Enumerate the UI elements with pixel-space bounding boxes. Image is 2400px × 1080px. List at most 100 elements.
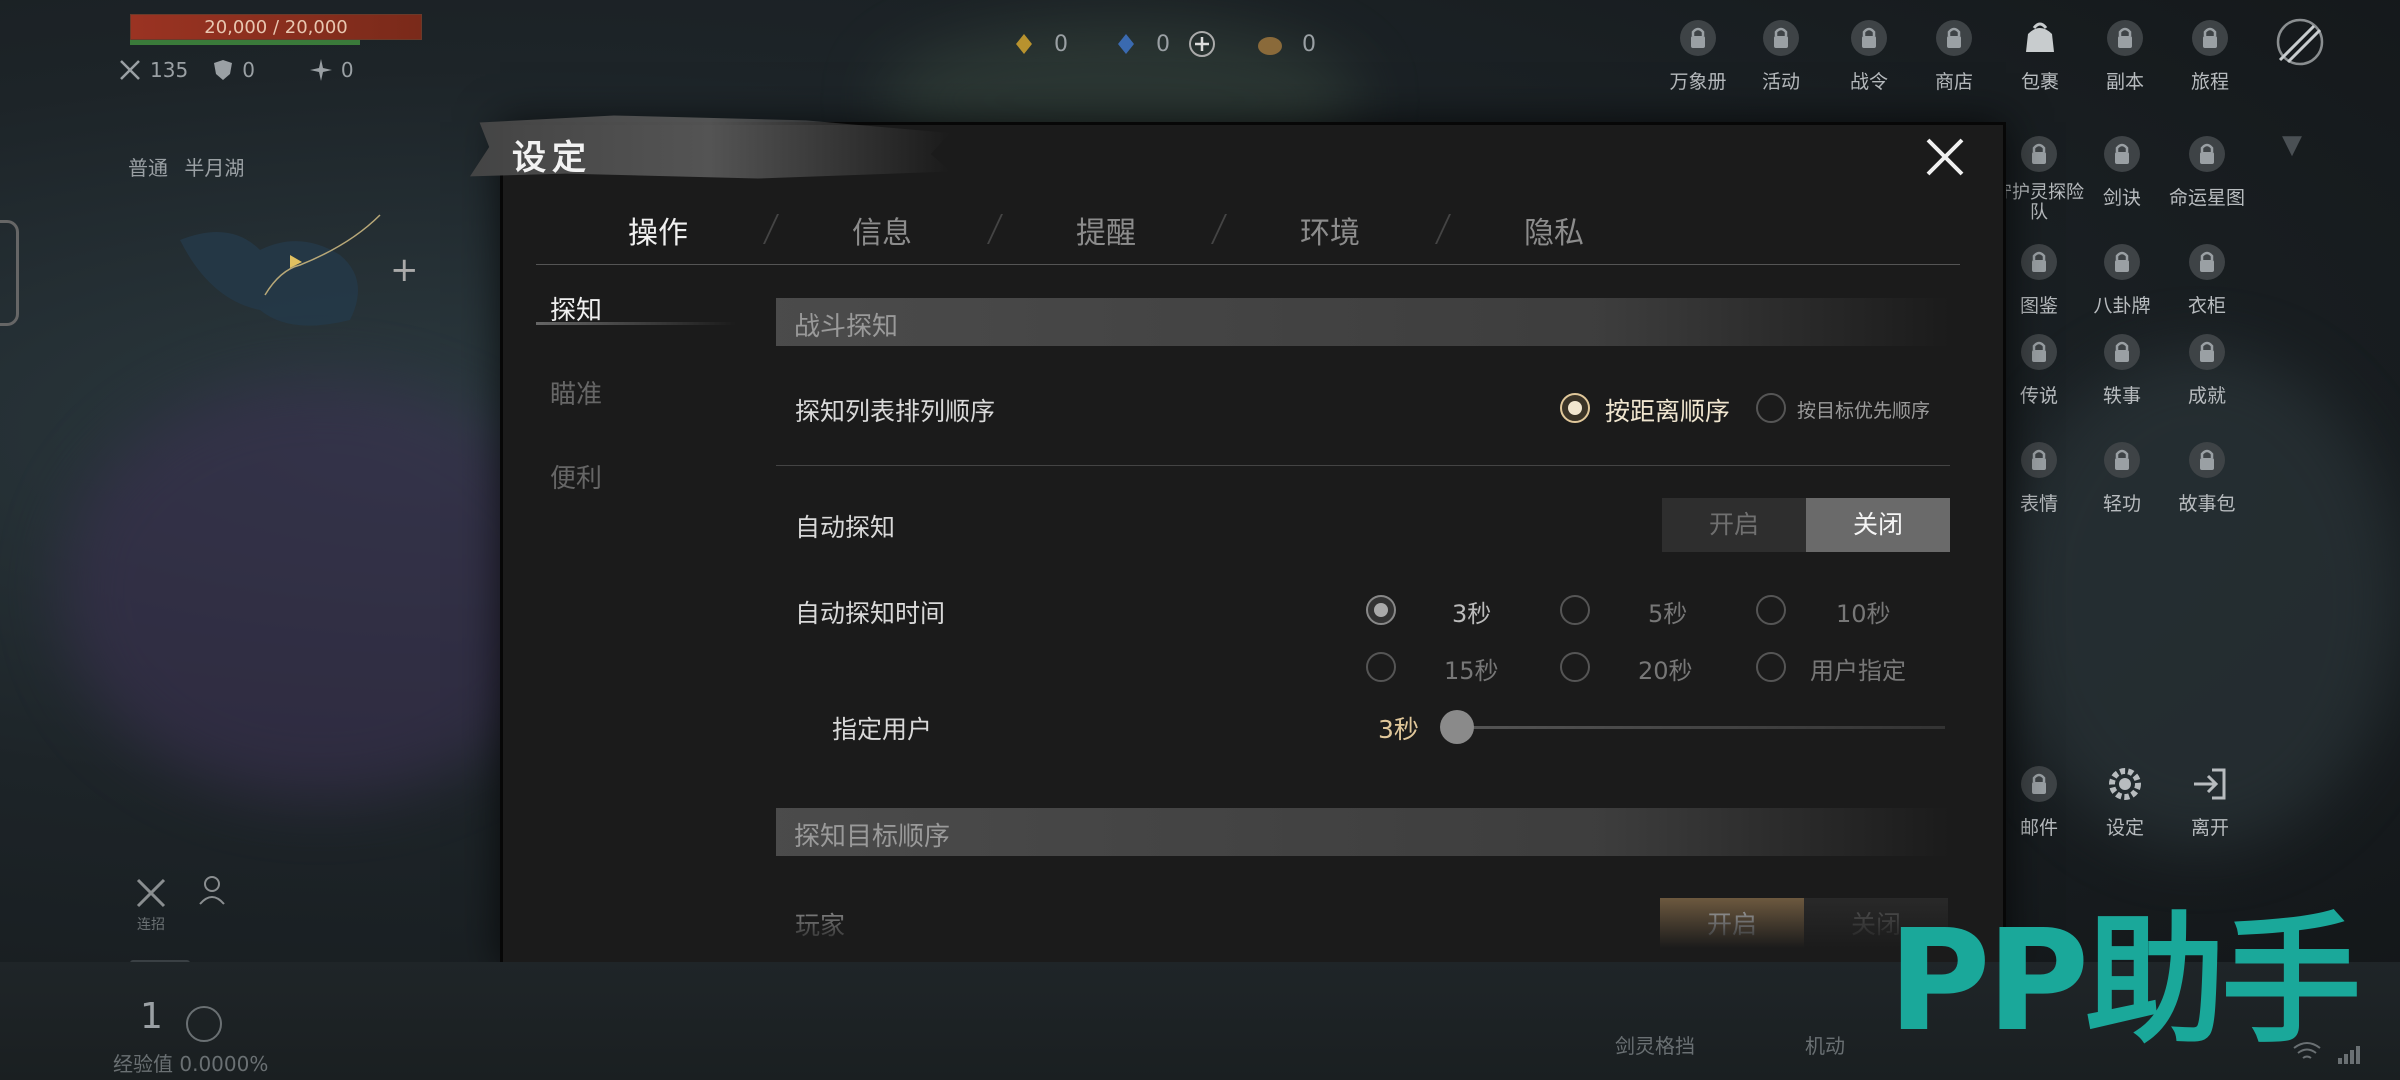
menu-story-pack[interactable]: 故事包 [2162, 440, 2252, 516]
gold-gem-icon [1016, 34, 1032, 54]
menu-achievement[interactable]: 成就 [2162, 332, 2252, 408]
menu-mail[interactable]: 邮件 [1994, 764, 2084, 840]
exp-label: 经验值 0.0000% [113, 1052, 269, 1076]
time-user-label[interactable]: 用户指定 [1810, 651, 1906, 686]
menu-label: 剑诀 [2102, 187, 2141, 209]
radio-distance-label[interactable]: 按距离顺序 [1605, 392, 1730, 428]
crossed-swords-menu-icon[interactable] [2268, 16, 2328, 72]
defense-value: 0 [242, 58, 255, 82]
auto-time-label: 自动探知时间 [795, 599, 946, 628]
lock-icon [2104, 244, 2140, 280]
crit-stat: 0 [309, 58, 354, 82]
collapse-chevron-icon[interactable]: ▼ [2282, 130, 2302, 160]
menu-bagua[interactable]: 八卦牌 [2077, 242, 2167, 318]
section-header: 战斗探知 [776, 298, 1950, 346]
menu-battlepass[interactable]: 战令 [1824, 18, 1914, 94]
lock-icon [2021, 244, 2057, 280]
menu-label: 传说 [2019, 385, 2058, 407]
menu-emote[interactable]: 表情 [1994, 440, 2084, 516]
menu-bag[interactable]: 包裹 [1995, 18, 2085, 94]
menu-anecdote[interactable]: 轶事 [2077, 332, 2167, 408]
lock-icon [1680, 20, 1716, 56]
location-mode: 普通 [128, 156, 168, 180]
lock-icon [2021, 334, 2057, 370]
menu-fate-star[interactable]: 命运星图 [2162, 134, 2252, 210]
gear-icon [2109, 768, 2141, 800]
auto-detect-toggle: 开启 关闭 [1662, 498, 1950, 552]
radio-time-15s[interactable] [1366, 652, 1396, 682]
menu-journey[interactable]: 旅程 [2165, 18, 2255, 94]
radio-priority-order[interactable] [1756, 393, 1786, 423]
side-item-convenience[interactable]: 便利 [550, 458, 602, 495]
tab-info[interactable]: 信息 [852, 208, 912, 252]
lock-icon [2189, 442, 2225, 478]
lock-icon [2189, 334, 2225, 370]
tab-separator [763, 214, 779, 244]
menu-compendium[interactable]: 万象册 [1653, 18, 1743, 94]
tab-environment[interactable]: 环境 [1300, 208, 1360, 252]
coin-bag-icon [1258, 37, 1282, 55]
radio-time-3s[interactable] [1366, 595, 1396, 625]
radio-priority-label[interactable]: 按目标优先顺序 [1797, 396, 1930, 423]
time-3s-label[interactable]: 3秒 [1452, 594, 1491, 629]
settings-tabs: 操作 信息 提醒 环境 隐私 [536, 200, 1960, 265]
crossed-swords-icon [120, 60, 140, 80]
menu-legend[interactable]: 传说 [1994, 332, 2084, 408]
close-button[interactable] [1922, 134, 1968, 180]
user-time-slider-knob[interactable] [1440, 710, 1474, 744]
tab-separator [1435, 214, 1451, 244]
menu-qinggong[interactable]: 轻功 [2077, 440, 2167, 516]
plus-circle-icon[interactable] [1188, 30, 1216, 58]
gold-count: 0 [1054, 31, 1068, 57]
time-20s-label[interactable]: 20秒 [1638, 651, 1693, 686]
menu-label: 万象册 [1669, 71, 1727, 93]
close-icon [1926, 138, 1964, 176]
menu-event[interactable]: 活动 [1736, 18, 1826, 94]
menu-label: 邮件 [2019, 817, 2058, 839]
compass-icon[interactable] [186, 1006, 222, 1042]
party-icon[interactable] [196, 872, 234, 912]
level-number: 1 [140, 996, 163, 1037]
radio-time-10s[interactable] [1756, 595, 1786, 625]
menu-label: 图鉴 [2019, 295, 2058, 317]
time-15s-label[interactable]: 15秒 [1444, 651, 1499, 686]
menu-wardrobe[interactable]: 衣柜 [2162, 242, 2252, 318]
toggle-on-option[interactable]: 开启 [1662, 498, 1806, 552]
lock-icon [2104, 334, 2140, 370]
menu-label: 八卦牌 [2093, 295, 2151, 317]
toggle-off-option[interactable]: 关闭 [1806, 498, 1950, 552]
radio-time-20s[interactable] [1560, 652, 1590, 682]
tab-privacy[interactable]: 隐私 [1524, 208, 1584, 252]
lock-icon [1936, 20, 1972, 56]
list-order-label: 探知列表排列顺序 [795, 397, 996, 426]
menu-label: 商店 [1934, 71, 1973, 93]
radio-distance-order[interactable] [1560, 393, 1590, 423]
radio-time-5s[interactable] [1560, 595, 1590, 625]
sparkle-icon [309, 59, 332, 81]
time-5s-label[interactable]: 5秒 [1648, 594, 1687, 629]
menu-sword-art[interactable]: 剑诀 [2077, 134, 2167, 210]
menu-dungeon[interactable]: 副本 [2080, 18, 2170, 94]
mobility-label: 机动 [1805, 1034, 1845, 1058]
minimap[interactable] [170, 210, 420, 340]
user-specified-label: 指定用户 [832, 715, 933, 744]
side-item-aim[interactable]: 瞄准 [550, 374, 602, 411]
location-name: 半月湖 [184, 156, 245, 180]
attack-value: 135 [150, 58, 189, 82]
left-edge-tab[interactable] [0, 220, 19, 326]
tab-operation[interactable]: 操作 [628, 208, 688, 252]
minimap-terrain [180, 214, 381, 326]
time-10s-label[interactable]: 10秒 [1836, 594, 1891, 629]
skill-combo[interactable]: 连招 [134, 876, 168, 934]
minimap-zoom-in-icon[interactable]: + [390, 250, 419, 290]
menu-guardian[interactable]: 守护灵探险队 [1994, 134, 2084, 223]
menu-shop[interactable]: 商店 [1909, 18, 1999, 94]
radio-time-user[interactable] [1756, 652, 1786, 682]
currency-bar: 0 0 0 [1012, 30, 1316, 58]
menu-settings[interactable]: 设定 [2080, 764, 2170, 840]
menu-exit[interactable]: 离开 [2165, 764, 2255, 840]
tab-reminder[interactable]: 提醒 [1076, 208, 1136, 252]
blue-gem-icon [1118, 34, 1134, 54]
menu-codex[interactable]: 图鉴 [1994, 242, 2084, 318]
user-time-slider-track[interactable] [1455, 726, 1945, 729]
